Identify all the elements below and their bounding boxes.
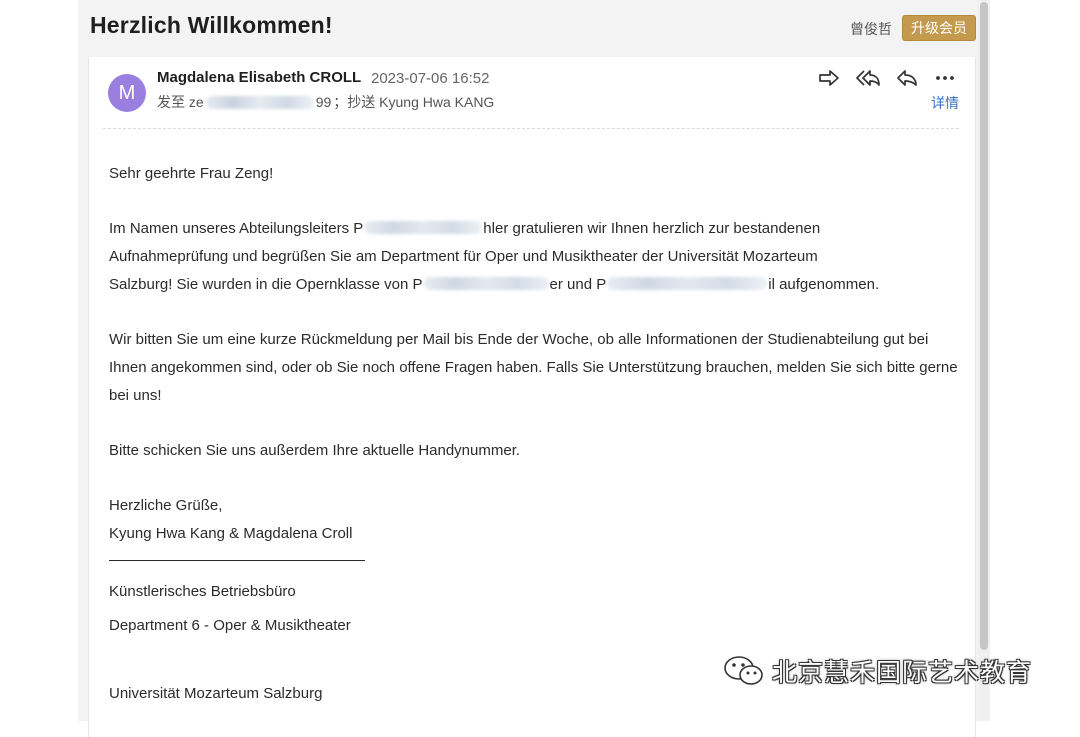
paragraph-2: Wir bitten Sie um eine kurze Rückmeldung… — [109, 331, 958, 404]
org-office: Künstlerisches Betriebsbüro — [109, 582, 296, 600]
reply-all-icon[interactable] — [856, 66, 880, 90]
closing: Herzliche Grüße, — [109, 497, 223, 515]
reply-icon[interactable] — [895, 66, 919, 90]
signers: Kyung Hwa Kang & Magdalena Croll — [109, 525, 353, 543]
watermark-text: 北京慧禾国际艺术教育 — [772, 659, 1033, 687]
to-address-end[interactable]: 99 — [316, 94, 332, 110]
header-divider — [103, 128, 959, 129]
mail-header-bar: Herzlich Willkommen! 曾俊哲 升级会员 — [78, 0, 978, 56]
recipients-line: 发至 ze 99 ；抄送 Kyung Hwa KANG — [157, 92, 494, 112]
cc-label: ；抄送 — [333, 94, 376, 110]
org-department: Department 6 - Oper & Musiktheater — [109, 616, 351, 634]
redacted-address — [205, 96, 314, 109]
watermark: 北京慧禾国际艺术教育 — [722, 653, 1032, 689]
cc-name[interactable]: Kyung Hwa KANG — [379, 94, 494, 110]
mail-body: Sehr geehrte Frau Zeng! Im Namen unseres… — [109, 160, 959, 711]
greeting: Sehr geehrte Frau Zeng! — [109, 165, 274, 182]
wechat-icon — [724, 656, 763, 685]
to-address-start[interactable]: ze — [189, 94, 204, 110]
forward-icon[interactable] — [817, 66, 841, 90]
redacted-name — [423, 276, 549, 290]
mail-date: 2023-07-06 16:52 — [371, 70, 490, 87]
redacted-name — [364, 221, 483, 235]
mail-card: M Magdalena Elisabeth CROLL 2023-07-06 1… — [88, 57, 976, 737]
signature-divider — [109, 559, 365, 561]
to-label: 发至 — [157, 94, 185, 110]
more-icon[interactable] — [933, 66, 957, 90]
user-name[interactable]: 曾俊哲 — [850, 19, 892, 39]
paragraph-3: Bitte schicken Sie uns außerdem Ihre akt… — [109, 441, 521, 459]
redacted-name — [607, 276, 768, 290]
details-link[interactable]: 详情 — [931, 93, 959, 113]
mail-subject: Herzlich Willkommen! — [90, 12, 333, 38]
sender-avatar[interactable]: M — [108, 74, 146, 112]
upgrade-membership-button[interactable]: 升级会员 — [902, 15, 976, 41]
scrollbar-thumb[interactable] — [980, 2, 988, 650]
paragraph-1: Im Namen unseres Abteilungsleiters Phler… — [109, 220, 880, 293]
sender-name[interactable]: Magdalena Elisabeth CROLL — [157, 69, 361, 86]
